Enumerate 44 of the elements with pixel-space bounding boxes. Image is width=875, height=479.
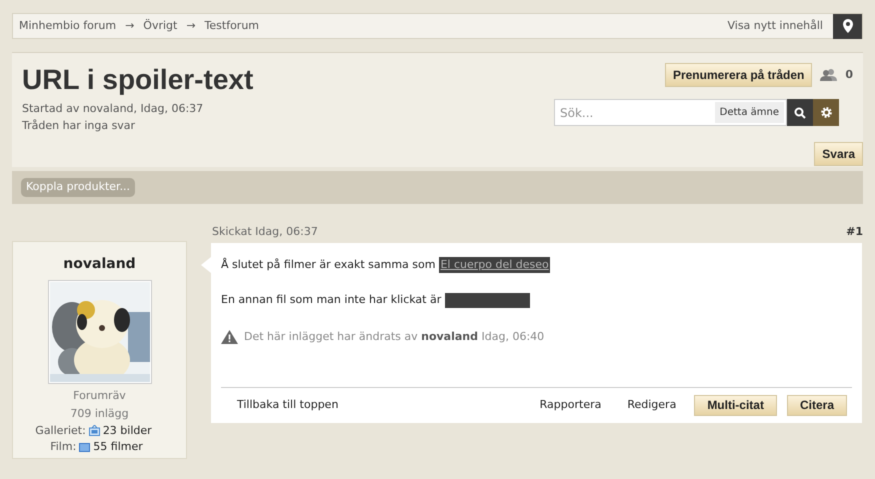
reply-button[interactable]: Svara [814, 142, 863, 166]
post-action-button[interactable]: Multi-citat [694, 394, 777, 416]
thread-started: Startad av novaland, Idag, 06:37 [22, 101, 204, 117]
map-pin-icon [842, 19, 852, 33]
film-label: Film: [50, 439, 76, 455]
post-action-button[interactable]: Citera [786, 394, 847, 416]
follower-count: 0 [845, 66, 853, 83]
picture-frame-icon [88, 425, 100, 436]
breadcrumb-separator: → [186, 18, 196, 34]
people-icon [820, 69, 838, 81]
breadcrumb-link[interactable]: Minhembio forum [19, 18, 116, 34]
hidden-spoiler[interactable] [445, 292, 530, 308]
author-name[interactable]: novaland [63, 254, 136, 274]
post-text: En annan fil som man inte har klickat är [221, 292, 442, 308]
thread-replies: Tråden har inga svar [22, 118, 136, 134]
author-rank: Forumräv [73, 388, 126, 404]
search-input: Sök... [555, 104, 715, 122]
post-action-link[interactable]: Redigera [619, 396, 684, 414]
breadcrumb-link[interactable]: Testforum [204, 18, 260, 34]
gallery-label: Galleriet: [35, 422, 86, 438]
breadcrumb-separator: → [125, 18, 134, 34]
film-link[interactable]: 55 filmer [93, 439, 143, 456]
new-content-link[interactable]: Visa nytt innehåll [727, 18, 823, 34]
back-to-top-link[interactable]: Tillbaka till toppen [237, 396, 532, 414]
settings-button[interactable] [813, 99, 839, 126]
breadcrumb-link[interactable]: Övrigt [143, 18, 178, 34]
film-icon [79, 442, 90, 452]
post-number[interactable]: #1 [846, 224, 863, 240]
thread-title: URL i spoiler-text [22, 63, 254, 97]
spoiler-link[interactable]: El cuerpo del deseo [439, 256, 550, 273]
edit-note: Det här inlägget har ändrats av novaland Idag, 06:40 [244, 328, 544, 344]
search-field[interactable]: Sök... Detta ämne [554, 99, 787, 126]
post-text: Å slutet på filmer är exakt samma som [221, 256, 436, 272]
settings-icon [820, 106, 832, 119]
warning-icon [221, 330, 238, 344]
search-scope[interactable]: Detta ämne [714, 102, 784, 123]
subscribe-button[interactable]: Prenumerera på tråden [664, 63, 812, 87]
post-action-link[interactable]: Rapportera [532, 396, 610, 414]
search-icon [794, 106, 806, 118]
post-date: Skickat Idag, 06:37 [212, 224, 318, 240]
search-button[interactable] [787, 99, 813, 126]
location-button[interactable] [833, 14, 862, 38]
author-post-count: 709 inlägg [70, 406, 129, 422]
gallery-link[interactable]: 23 bilder [102, 422, 152, 439]
